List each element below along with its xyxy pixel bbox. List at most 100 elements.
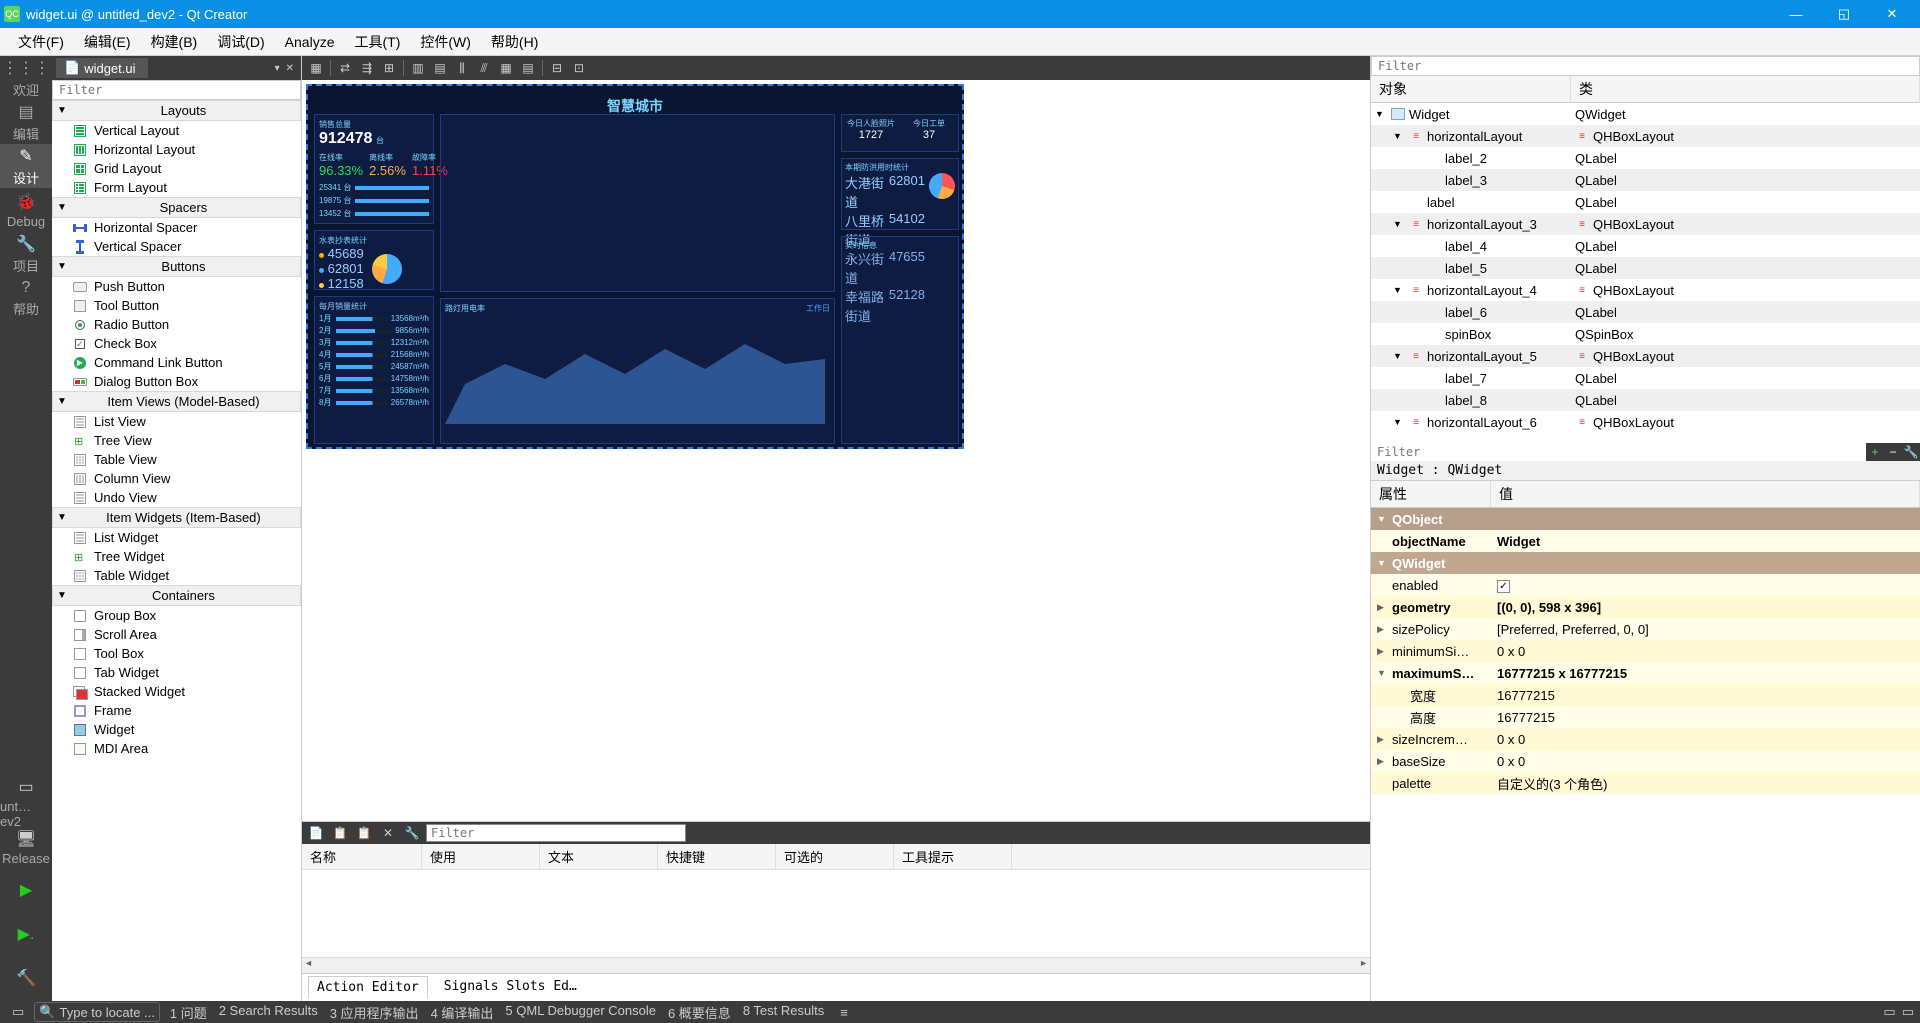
file-tab[interactable]: 📄 widget.ui xyxy=(56,58,148,78)
category-Item Views (Model-Based)[interactable]: ▼Item Views (Model-Based) xyxy=(52,391,301,412)
obj-row-label[interactable]: labelQLabel xyxy=(1371,191,1920,213)
run-Release[interactable]: 🖥Release xyxy=(0,825,52,869)
prop-enabled[interactable]: enabled✓ xyxy=(1371,574,1920,596)
mode-Debug[interactable]: 🐞Debug xyxy=(0,188,52,232)
paste-action-icon[interactable]: 📋 xyxy=(354,823,374,843)
prop-geometry[interactable]: ▶geometry[(0, 0), 598 x 396] xyxy=(1371,596,1920,618)
progress-icon[interactable]: ▭ xyxy=(1883,1004,1895,1020)
category-Layouts[interactable]: ▼Layouts xyxy=(52,100,301,121)
sb-4 编译输出[interactable]: 4 编译输出 xyxy=(425,1003,500,1022)
obj-row-Widget[interactable]: ▼WidgetQWidget xyxy=(1371,103,1920,125)
close-right-icon[interactable]: ▭ xyxy=(1902,1004,1914,1020)
prop-maximumS…[interactable]: ▼maximumS…16777215 x 16777215 xyxy=(1371,662,1920,684)
widget-scroll-area[interactable]: Scroll Area xyxy=(52,625,301,644)
mode-欢迎[interactable]: ⋮⋮⋮欢迎 xyxy=(0,56,52,100)
prop-sizePolicy[interactable]: ▶sizePolicy[Preferred, Preferred, 0, 0] xyxy=(1371,618,1920,640)
mode-编辑[interactable]: ▤编辑 xyxy=(0,100,52,144)
canvas-scroll[interactable]: 智慧城市 销售总量 912478 台 在线率96.33% 离线率2.56% 故障… xyxy=(302,80,1370,821)
run-unt…ev2[interactable]: ▭unt…ev2 xyxy=(0,781,52,825)
menu-控件(W)[interactable]: 控件(W) xyxy=(410,29,481,55)
maximize-button[interactable]: ◱ xyxy=(1820,0,1868,28)
category-Item Widgets (Item-Based)[interactable]: ▼Item Widgets (Item-Based) xyxy=(52,507,301,528)
widget-undo-view[interactable]: Undo View xyxy=(52,488,301,507)
widget-mdi-area[interactable]: MDI Area xyxy=(52,739,301,758)
widget-table-view[interactable]: Table View xyxy=(52,450,301,469)
close-sidebar-icon[interactable]: ▭ xyxy=(6,1004,30,1020)
run-▶[interactable]: ▶ xyxy=(0,869,52,913)
edit-buddies-icon[interactable]: ⇶ xyxy=(357,58,377,78)
action-filter-input[interactable] xyxy=(426,824,686,842)
obj-row-label_5[interactable]: label_5QLabel xyxy=(1371,257,1920,279)
obj-row-label_6[interactable]: label_6QLabel xyxy=(1371,301,1920,323)
prop-group-QObject[interactable]: ▼QObject xyxy=(1371,508,1920,530)
category-Containers[interactable]: ▼Containers xyxy=(52,585,301,606)
obj-row-spinBox[interactable]: spinBoxQSpinBox xyxy=(1371,323,1920,345)
widgetbox-filter-input[interactable] xyxy=(52,80,301,100)
sb-5 QML Debugger Console[interactable]: 5 QML Debugger Console xyxy=(499,1003,662,1022)
widget-check-box[interactable]: ✓Check Box xyxy=(52,334,301,353)
widget-widget[interactable]: Widget xyxy=(52,720,301,739)
menu-帮助(H)[interactable]: 帮助(H) xyxy=(481,29,548,55)
ae-tab-0[interactable]: Action Editor xyxy=(308,976,428,999)
category-Buttons[interactable]: ▼Buttons xyxy=(52,256,301,277)
menu-文件(F)[interactable]: 文件(F) xyxy=(8,29,74,55)
widget-tree-widget[interactable]: ⊞Tree Widget xyxy=(52,547,301,566)
tab-close-icon[interactable]: ✕ xyxy=(283,63,297,74)
remove-property-icon[interactable]: − xyxy=(1884,443,1902,461)
new-action-icon[interactable]: 📄 xyxy=(306,823,326,843)
widget-vertical-spacer[interactable]: Vertical Spacer xyxy=(52,237,301,256)
widget-tree-view[interactable]: ⊞Tree View xyxy=(52,431,301,450)
form-icon[interactable]: ▤ xyxy=(518,58,538,78)
prop-宽度[interactable]: 宽度16777215 xyxy=(1371,684,1920,706)
run-▶.[interactable]: ▶. xyxy=(0,913,52,957)
widget-vertical-layout[interactable]: Vertical Layout xyxy=(52,121,301,140)
prop-minimumSi…[interactable]: ▶minimumSi…0 x 0 xyxy=(1371,640,1920,662)
obj-header-类[interactable]: 类 xyxy=(1571,76,1920,102)
menu-Analyze[interactable]: Analyze xyxy=(275,31,345,53)
obj-row-label_4[interactable]: label_4QLabel xyxy=(1371,235,1920,257)
prop-header-属性[interactable]: 属性 xyxy=(1371,481,1491,507)
obj-header-对象[interactable]: 对象 xyxy=(1371,76,1571,102)
widget-stacked-widget[interactable]: Stacked Widget xyxy=(52,682,301,701)
widget-command-link-button[interactable]: ▶Command Link Button xyxy=(52,353,301,372)
widget-horizontal-spacer[interactable]: Horizontal Spacer xyxy=(52,218,301,237)
widget-list-widget[interactable]: List Widget xyxy=(52,528,301,547)
hlayout-icon[interactable]: ▥ xyxy=(408,58,428,78)
tab-dropdown-icon[interactable]: ▾ xyxy=(272,63,283,74)
property-filter-input[interactable] xyxy=(1371,443,1866,461)
widget-tab-widget[interactable]: Tab Widget xyxy=(52,663,301,682)
ae-col-文本[interactable]: 文本 xyxy=(540,844,658,869)
horizontal-scrollbar[interactable] xyxy=(302,957,1370,973)
copy-action-icon[interactable]: 📋 xyxy=(330,823,350,843)
widget-grid-layout[interactable]: Grid Layout xyxy=(52,159,301,178)
category-Spacers[interactable]: ▼Spacers xyxy=(52,197,301,218)
mode-帮助[interactable]: ?帮助 xyxy=(0,276,52,320)
menu-工具(T)[interactable]: 工具(T) xyxy=(344,29,410,55)
menu-构建(B)[interactable]: 构建(B) xyxy=(141,29,208,55)
obj-row-label_3[interactable]: label_3QLabel xyxy=(1371,169,1920,191)
widget-list-view[interactable]: List View xyxy=(52,412,301,431)
run-🔨[interactable]: 🔨 xyxy=(0,957,52,1001)
object-filter-input[interactable] xyxy=(1371,56,1920,76)
edit-taborder-icon[interactable]: ⊞ xyxy=(379,58,399,78)
obj-row-horizontalLayout_4[interactable]: ▼≡horizontalLayout_4≡QHBoxLayout xyxy=(1371,279,1920,301)
sb-1 问题[interactable]: 1 问题 xyxy=(164,1003,213,1022)
widget-form-layout[interactable]: Form Layout xyxy=(52,178,301,197)
prop-sizeIncrem…[interactable]: ▶sizeIncrem…0 x 0 xyxy=(1371,728,1920,750)
ae-col-名称[interactable]: 名称 xyxy=(302,844,422,869)
break-layout-icon[interactable]: ⊟ xyxy=(547,58,567,78)
obj-row-horizontalLayout_6[interactable]: ▼≡horizontalLayout_6≡QHBoxLayout xyxy=(1371,411,1920,433)
config-action-icon[interactable]: 🔧 xyxy=(402,823,422,843)
locator[interactable]: 🔍 Type to locate ... xyxy=(34,1002,160,1022)
widget-tool-box[interactable]: Tool Box xyxy=(52,644,301,663)
widget-radio-button[interactable]: Radio Button xyxy=(52,315,301,334)
prop-高度[interactable]: 高度16777215 xyxy=(1371,706,1920,728)
close-button[interactable]: ✕ xyxy=(1868,0,1916,28)
prop-baseSize[interactable]: ▶baseSize0 x 0 xyxy=(1371,750,1920,772)
widget-group-box[interactable]: Group Box xyxy=(52,606,301,625)
mode-项目[interactable]: 🔧项目 xyxy=(0,232,52,276)
widget-horizontal-layout[interactable]: Horizontal Layout xyxy=(52,140,301,159)
ae-col-使用[interactable]: 使用 xyxy=(422,844,540,869)
minimize-button[interactable]: — xyxy=(1772,0,1820,28)
obj-row-horizontalLayout_5[interactable]: ▼≡horizontalLayout_5≡QHBoxLayout xyxy=(1371,345,1920,367)
